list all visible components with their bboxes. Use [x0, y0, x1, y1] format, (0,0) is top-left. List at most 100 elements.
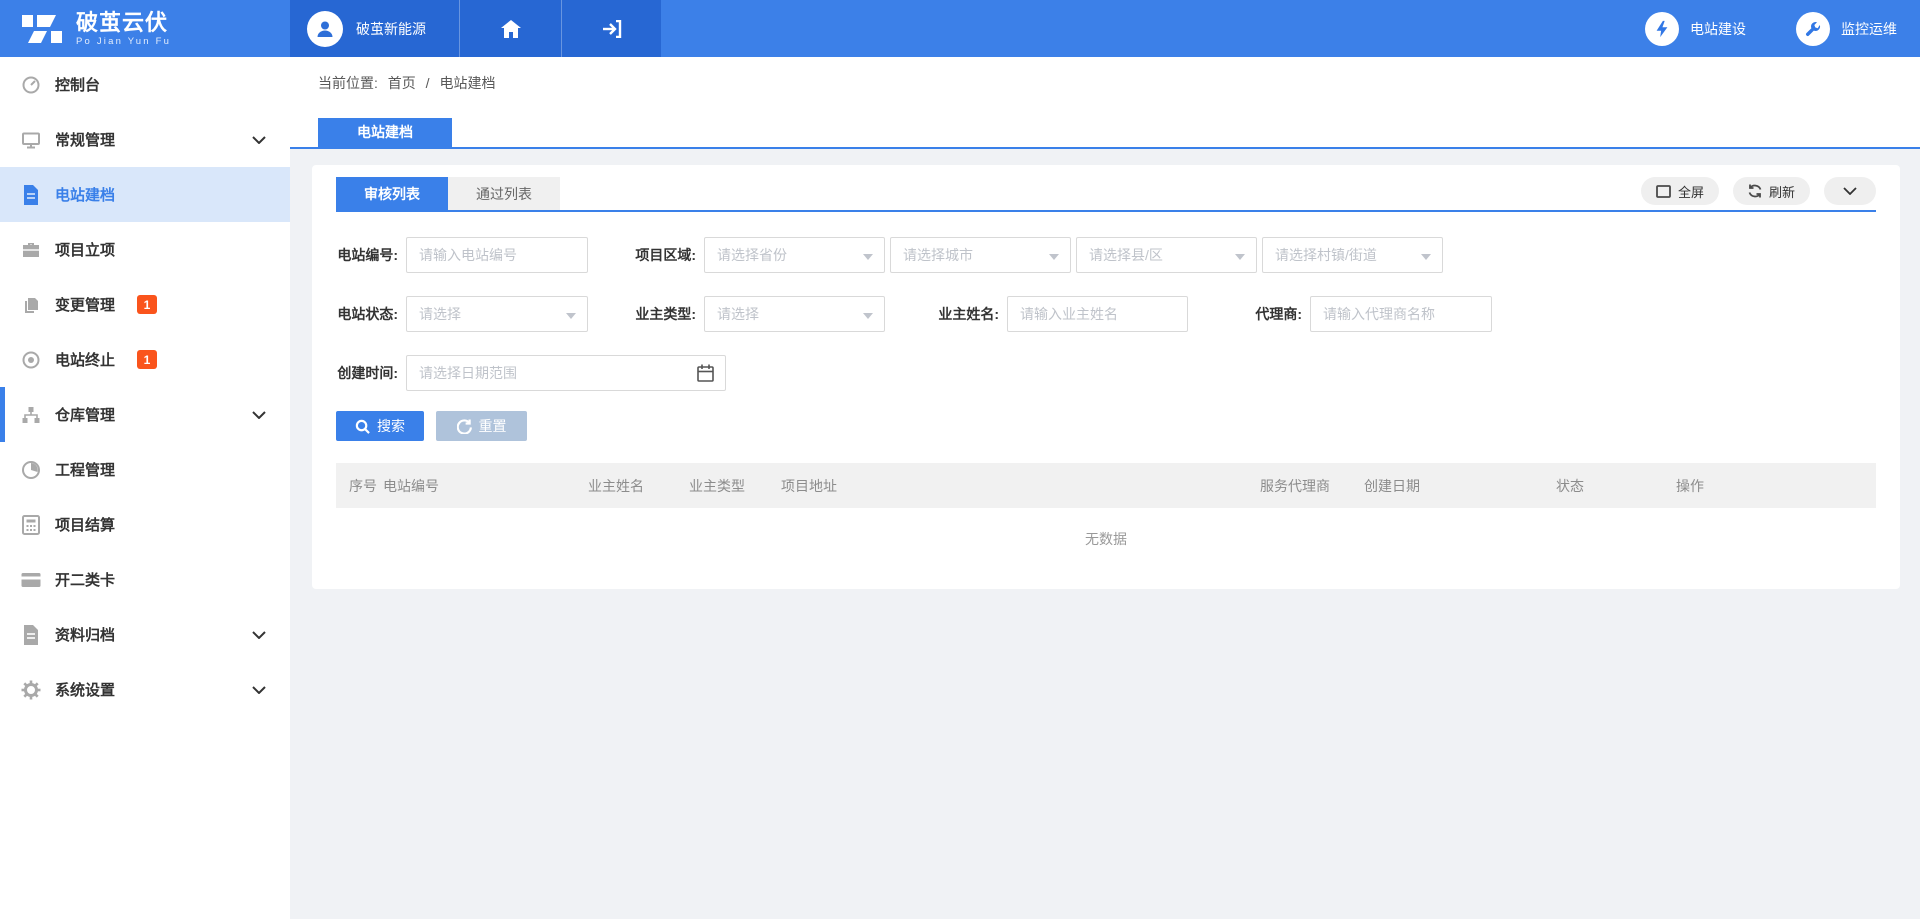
owner-type-select[interactable]: 请选择 — [704, 296, 885, 332]
breadcrumb-separator: / — [426, 75, 430, 91]
tab-review-list[interactable]: 审核列表 — [336, 177, 448, 210]
brand-title: 破茧云伏 — [76, 11, 171, 35]
region-label: 项目区域: — [622, 245, 704, 265]
calculator-icon — [21, 515, 41, 535]
refresh-icon — [1748, 184, 1762, 198]
chevron-down-icon — [252, 136, 266, 144]
card-icon — [21, 570, 41, 590]
gear-icon — [21, 680, 41, 700]
owner-name-input[interactable] — [1007, 296, 1188, 332]
app-root: 破茧云伏 Po Jian Yun Fu 破茧新能源 — [0, 0, 1920, 919]
refresh-button[interactable]: 刷新 — [1733, 177, 1810, 205]
home-button[interactable] — [459, 0, 561, 57]
lightning-icon — [1645, 12, 1679, 46]
col-owner-type: 业主类型 — [689, 476, 781, 496]
sidebar-item-console[interactable]: 控制台 — [0, 57, 290, 112]
panel-toolbar: 全屏 刷新 — [1641, 177, 1876, 205]
user-name: 破茧新能源 — [356, 19, 426, 39]
dashboard-icon — [21, 75, 41, 95]
caret-down-icon — [566, 313, 576, 319]
nav-station-build[interactable]: 电站建设 — [1645, 12, 1746, 46]
sidebar-item-project-initiation[interactable]: 项目立项 — [0, 222, 290, 277]
sidebar-item-change-mgmt[interactable]: 变更管理 1 — [0, 277, 290, 332]
col-owner-name: 业主姓名 — [588, 476, 689, 496]
col-create-date: 创建日期 — [1364, 476, 1556, 496]
filter-row-2: 电站状态: 请选择 业主类型: 请选择 业主姓名: 代理商: — [336, 296, 1876, 332]
brand-subtitle: Po Jian Yun Fu — [76, 36, 171, 47]
archive-icon — [21, 625, 41, 645]
sidebar: 控制台 常规管理 电站建档 — [0, 57, 290, 919]
filter-row-1: 电站编号: 项目区域: 请选择省份 请选择城市 请选择县/区 — [336, 237, 1876, 273]
wrench-icon — [1796, 12, 1830, 46]
fullscreen-icon — [1656, 185, 1671, 198]
col-seq: 序号 — [336, 476, 383, 496]
breadcrumb-home[interactable]: 首页 — [388, 75, 416, 91]
sidebar-item-open-card[interactable]: 开二类卡 — [0, 552, 290, 607]
collapse-button[interactable] — [1824, 177, 1876, 205]
chevron-down-icon — [1843, 187, 1857, 195]
col-status: 状态 — [1556, 476, 1676, 496]
sidebar-item-project-settlement[interactable]: 项目结算 — [0, 497, 290, 552]
brand-text: 破茧云伏 Po Jian Yun Fu — [76, 11, 171, 47]
reset-icon — [457, 419, 472, 434]
station-no-input[interactable] — [406, 237, 588, 273]
breadcrumb-prefix: 当前位置: — [318, 75, 378, 91]
fullscreen-button[interactable]: 全屏 — [1641, 177, 1719, 205]
chevron-down-icon — [252, 411, 266, 419]
record-icon — [21, 350, 41, 370]
agent-label: 代理商: — [1232, 304, 1310, 324]
panel-head: 审核列表 通过列表 全屏 — [336, 165, 1876, 212]
province-select[interactable]: 请选择省份 — [704, 237, 885, 273]
sidebar-item-engineering-mgmt[interactable]: 工程管理 — [0, 442, 290, 497]
main-area: 当前位置: 首页 / 电站建档 电站建档 审核列表 通过列表 — [290, 57, 1920, 919]
caret-down-icon — [1421, 254, 1431, 260]
user-section[interactable]: 破茧新能源 — [290, 0, 459, 57]
caret-down-icon — [1049, 254, 1059, 260]
sidebar-item-station-archive[interactable]: 电站建档 — [0, 167, 290, 222]
caret-down-icon — [863, 254, 873, 260]
breadcrumb-bar: 当前位置: 首页 / 电站建档 电站建档 — [290, 57, 1920, 149]
filter-row-3: 创建时间: — [336, 355, 1876, 391]
reset-button[interactable]: 重置 — [436, 411, 527, 441]
sign-in-icon — [602, 20, 622, 38]
page-tab-row: 电站建档 — [290, 118, 1920, 149]
owner-name-label: 业主姓名: — [929, 304, 1007, 324]
nav-monitor-ops[interactable]: 监控运维 — [1796, 12, 1897, 46]
header-dark-section: 破茧新能源 — [290, 0, 661, 57]
page-tab-station-archive[interactable]: 电站建档 — [318, 118, 452, 147]
sign-in-button[interactable] — [561, 0, 661, 57]
station-status-select[interactable]: 请选择 — [406, 296, 588, 332]
station-no-label: 电站编号: — [336, 245, 406, 265]
main-panel: 审核列表 通过列表 全屏 — [312, 165, 1900, 589]
sidebar-item-station-terminate[interactable]: 电站终止 1 — [0, 332, 290, 387]
sitemap-icon — [21, 405, 41, 425]
table-empty-state: 无数据 — [336, 508, 1876, 570]
table-header: 序号 电站编号 业主姓名 业主类型 项目地址 服务代理商 创建日期 状态 操作 — [336, 463, 1876, 508]
brand: 破茧云伏 Po Jian Yun Fu — [0, 0, 290, 57]
caret-down-icon — [1235, 254, 1245, 260]
header-right-nav: 电站建设 监控运维 — [1645, 0, 1920, 57]
col-service-agent: 服务代理商 — [1260, 476, 1364, 496]
search-button[interactable]: 搜索 — [336, 411, 424, 441]
search-icon — [355, 419, 370, 434]
calendar-icon — [697, 364, 714, 382]
chevron-down-icon — [252, 631, 266, 639]
owner-type-label: 业主类型: — [622, 304, 704, 324]
badge-station-terminate: 1 — [137, 350, 157, 369]
county-select[interactable]: 请选择县/区 — [1076, 237, 1257, 273]
sidebar-item-data-archive[interactable]: 资料归档 — [0, 607, 290, 662]
city-select[interactable]: 请选择城市 — [890, 237, 1071, 273]
nav-monitor-ops-label: 监控运维 — [1841, 19, 1897, 39]
sidebar-item-general-mgmt[interactable]: 常规管理 — [0, 112, 290, 167]
village-select[interactable]: 请选择村镇/街道 — [1262, 237, 1443, 273]
tab-passed-list[interactable]: 通过列表 — [448, 177, 560, 210]
col-station-no: 电站编号 — [383, 476, 588, 496]
content-area: 审核列表 通过列表 全屏 — [290, 149, 1920, 919]
caret-down-icon — [863, 313, 873, 319]
sidebar-item-system-settings[interactable]: 系统设置 — [0, 662, 290, 717]
sidebar-item-warehouse-mgmt[interactable]: 仓库管理 — [0, 387, 290, 442]
agent-input[interactable] — [1310, 296, 1492, 332]
brand-logo-icon — [20, 11, 64, 47]
badge-change-mgmt: 1 — [137, 295, 157, 314]
date-range-input[interactable] — [406, 355, 726, 391]
